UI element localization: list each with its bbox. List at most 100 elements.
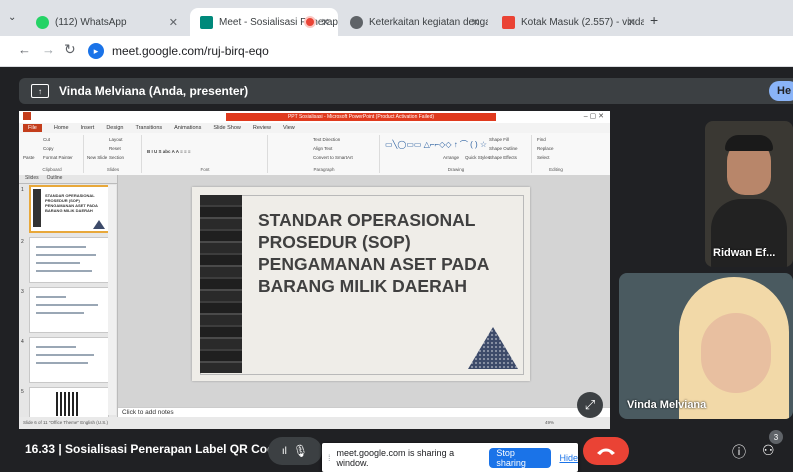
panel-tab-outline[interactable]: Outline bbox=[47, 175, 63, 183]
drag-handle-icon[interactable]: ⁞ bbox=[328, 453, 331, 463]
back-icon[interactable]: ← bbox=[18, 42, 31, 57]
thumbnail-scrollbar[interactable] bbox=[108, 185, 116, 415]
slide-thumbnail-2[interactable] bbox=[29, 237, 109, 283]
current-slide[interactable]: STANDAR OPERASIONAL PROSEDUR (SOP) PENGA… bbox=[192, 187, 530, 381]
paste-button[interactable]: Paste bbox=[23, 155, 35, 160]
reload-icon[interactable]: ↻ bbox=[64, 41, 76, 58]
tab-title: Kotak Masuk (2.557) - vindame bbox=[521, 16, 644, 28]
layout-button[interactable]: Layout bbox=[109, 137, 123, 142]
sharing-notification-bar: ⁞ meet.google.com is sharing a window. S… bbox=[322, 443, 578, 472]
thumb-number: 4 bbox=[21, 339, 24, 345]
format-painter-button[interactable]: Format Painter bbox=[43, 155, 73, 160]
browser-toolbar: ← → ↻ ▸ meet.google.com/ruj-birq-eqo bbox=[0, 36, 793, 67]
shapes-gallery-icon[interactable]: ▭╲◯▭▭ △⌐⌐◇◇ ↑ ⌒ ( ) ☆ bbox=[385, 139, 487, 150]
ribbon-tab-design[interactable]: Design bbox=[106, 125, 123, 131]
present-screen-icon: ↑ bbox=[31, 84, 49, 98]
cut-button[interactable]: Cut bbox=[43, 137, 50, 142]
close-icon[interactable]: ✕ bbox=[321, 16, 330, 29]
whatsapp-icon bbox=[36, 15, 49, 29]
address-bar[interactable]: ▸ meet.google.com/ruj-birq-eqo bbox=[88, 40, 778, 62]
group-label: Font bbox=[200, 167, 210, 172]
tab-whatsapp[interactable]: (112) WhatsApp ✕ bbox=[26, 8, 186, 36]
group-label: Drawing bbox=[447, 167, 465, 172]
tab-title: (112) WhatsApp bbox=[55, 16, 127, 28]
shape-outline-button[interactable]: Shape Outline bbox=[489, 146, 518, 151]
thumb-number: 1 bbox=[21, 187, 24, 193]
ribbon-tab-insert[interactable]: Insert bbox=[81, 125, 95, 131]
text-direction-button[interactable]: Text Direction bbox=[313, 137, 340, 142]
panel-tab-slides[interactable]: Slides bbox=[25, 175, 39, 183]
participant-tile-ridwan[interactable]: Ridwan Ef... bbox=[705, 121, 793, 267]
shared-screen: PPT Sosialisasi - Microsoft PowerPoint (… bbox=[19, 111, 610, 429]
ribbon-tab-view[interactable]: View bbox=[283, 125, 295, 131]
share-notice: meet.google.com is sharing a window. bbox=[336, 447, 455, 468]
smartart-button[interactable]: Convert to SmartArt bbox=[313, 155, 353, 160]
slide-title: STANDAR OPERASIONAL PROSEDUR (SOP) PENGA… bbox=[258, 210, 489, 296]
group-label: Paragraph bbox=[313, 167, 335, 172]
new-slide-button[interactable]: New Slide bbox=[87, 155, 107, 160]
group-label: Clipboard bbox=[42, 167, 62, 172]
shape-effects-button[interactable]: Shape Effects bbox=[489, 155, 517, 160]
brick-decoration bbox=[200, 195, 242, 373]
window-controls-icon[interactable]: – ▢ ✕ bbox=[584, 112, 604, 120]
ribbon-tab-review[interactable]: Review bbox=[253, 125, 271, 131]
tab-meet[interactable]: Meet - Sosialisasi Penerapa ✕ bbox=[190, 8, 338, 36]
fullscreen-expand-button[interactable]: ⤢ bbox=[577, 392, 603, 418]
thumb-bricks bbox=[33, 189, 41, 227]
gmail-icon bbox=[502, 15, 515, 29]
ribbon-tab-slideshow[interactable]: Slide Show bbox=[213, 125, 241, 131]
group-label: Editing bbox=[549, 167, 563, 172]
ribbon-tab-file[interactable]: File bbox=[23, 124, 42, 132]
participant-tile-vinda[interactable]: Vinda Melviana bbox=[619, 273, 793, 419]
people-icon[interactable]: ⚇ bbox=[762, 442, 775, 459]
reset-button[interactable]: Reset bbox=[109, 146, 121, 151]
replace-button[interactable]: Replace bbox=[537, 146, 554, 151]
group-label: Slides bbox=[106, 167, 120, 172]
ribbon-group-slides: New Slide Layout Reset Section Slides bbox=[85, 135, 142, 173]
audio-level-icon: ıl bbox=[281, 445, 287, 457]
shape-fill-button[interactable]: Shape Fill bbox=[489, 137, 509, 142]
slide-thumbnail-3[interactable] bbox=[29, 287, 109, 333]
meet-icon bbox=[200, 15, 213, 29]
select-button[interactable]: Select bbox=[537, 155, 550, 160]
meet-site-icon: ▸ bbox=[88, 43, 104, 59]
close-icon[interactable]: ✕ bbox=[471, 16, 480, 29]
section-button[interactable]: Section bbox=[109, 155, 124, 160]
ribbon-tab-home[interactable]: Home bbox=[54, 125, 69, 131]
copy-button[interactable]: Copy bbox=[43, 146, 54, 151]
tab-search-icon[interactable]: ⌄ bbox=[8, 12, 16, 23]
info-icon[interactable]: ⓘ bbox=[732, 442, 746, 462]
align-text-button[interactable]: Align Text bbox=[313, 146, 332, 151]
end-call-button[interactable] bbox=[583, 437, 629, 465]
ribbon-tab-animations[interactable]: Animations bbox=[174, 125, 201, 131]
hide-link[interactable]: Hide bbox=[559, 453, 578, 463]
slide-thumbnail-4[interactable] bbox=[29, 337, 109, 383]
slide-thumbnail-panel: Slides Outline 1 STANDAR OPERASIONAL PRO… bbox=[19, 175, 118, 429]
top-right-button[interactable]: He bbox=[769, 81, 793, 101]
find-button[interactable]: Find bbox=[537, 137, 546, 142]
forward-icon[interactable]: → bbox=[42, 42, 55, 57]
new-tab-button[interactable]: + bbox=[650, 12, 658, 28]
ribbon-group-clipboard: Paste Cut Copy Format Painter Clipboard bbox=[21, 135, 84, 173]
quick-styles-button[interactable]: Quick Styles bbox=[465, 155, 490, 160]
ribbon-group-editing: Find Replace Select Editing bbox=[533, 135, 579, 173]
ribbon-tab-transitions[interactable]: Transitions bbox=[135, 125, 162, 131]
url-text: meet.google.com/ruj-birq-eqo bbox=[112, 44, 269, 58]
powerpoint-icon bbox=[23, 112, 31, 120]
thumb-triangle bbox=[93, 220, 105, 229]
thumb-title: STANDAR OPERASIONAL PROSEDUR (SOP) PENGA… bbox=[45, 193, 98, 213]
font-format-buttons[interactable]: B I U S abc A A ≡ ≡ ≡ bbox=[147, 149, 190, 154]
ribbon-group-drawing: ▭╲◯▭▭ △⌐⌐◇◇ ↑ ⌒ ( ) ☆ Arrange Quick Styl… bbox=[381, 135, 532, 173]
tab-keterkaitan[interactable]: Keterkaitan kegiatan dengan Ba ✕ bbox=[340, 8, 488, 36]
close-icon[interactable]: ✕ bbox=[627, 16, 636, 29]
close-icon[interactable]: ✕ bbox=[169, 16, 178, 29]
arrange-button[interactable]: Arrange bbox=[443, 155, 459, 160]
ribbon: Paste Cut Copy Format Painter Clipboard … bbox=[19, 133, 610, 176]
zoom-level[interactable]: 49% bbox=[545, 417, 554, 429]
qr-code-icon bbox=[56, 392, 80, 416]
meet-bottom-bar: 16.33 | Sosialisasi Penerapan Label QR C… bbox=[0, 430, 793, 472]
microphone-button[interactable]: ıl 🎙 bbox=[268, 437, 322, 465]
stop-sharing-button[interactable]: Stop sharing bbox=[489, 447, 552, 468]
slide-thumbnail-1[interactable]: STANDAR OPERASIONAL PROSEDUR (SOP) PENGA… bbox=[29, 185, 111, 233]
tab-gmail[interactable]: Kotak Masuk (2.557) - vindame ✕ bbox=[492, 8, 644, 36]
